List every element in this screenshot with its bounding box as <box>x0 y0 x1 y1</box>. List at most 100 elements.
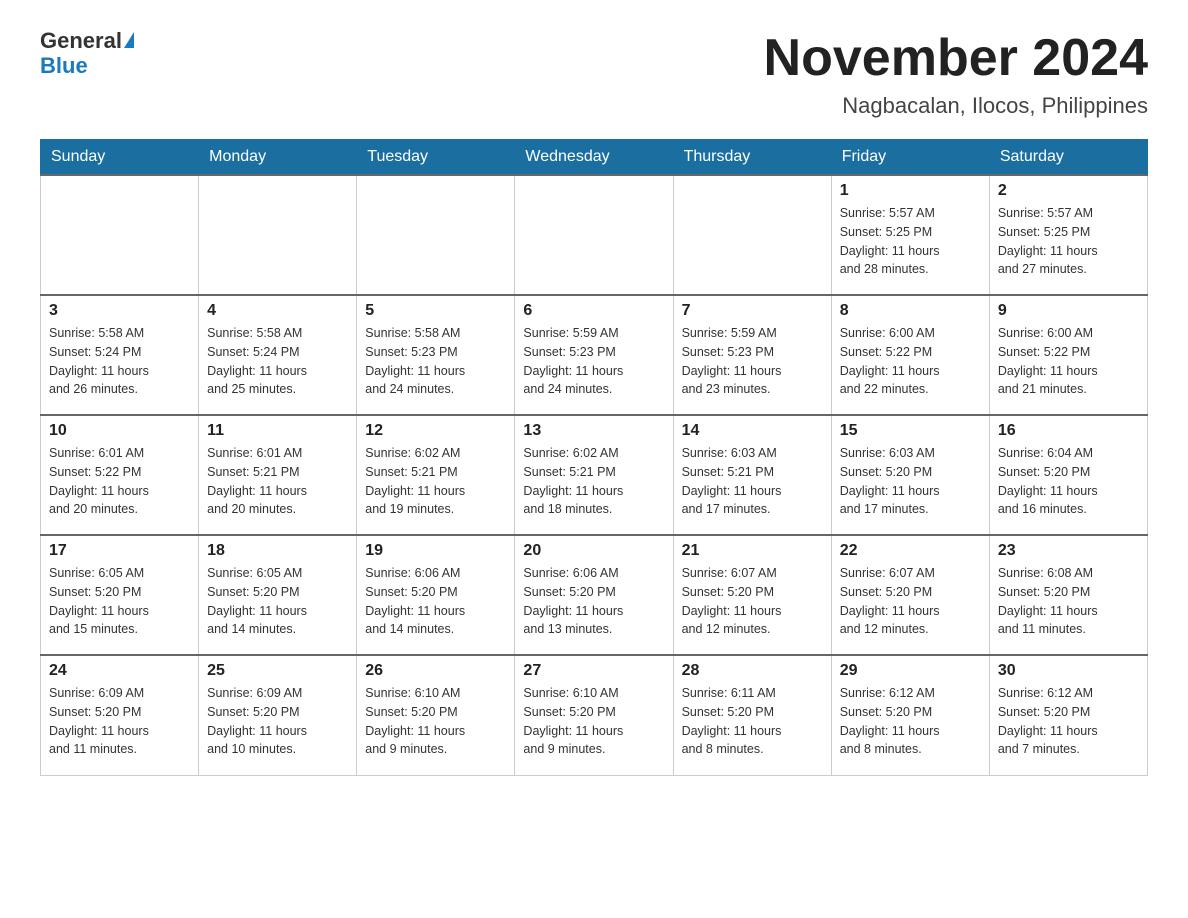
day-number: 2 <box>998 182 1139 200</box>
calendar-cell: 16 Sunrise: 6:04 AMSunset: 5:20 PMDayligh… <box>989 415 1147 535</box>
calendar-cell <box>673 175 831 295</box>
day-number: 3 <box>49 302 190 320</box>
title-area: November 2024 Nagbacalan, Ilocos, Philip… <box>764 30 1148 119</box>
day-number: 1 <box>840 182 981 200</box>
day-number: 9 <box>998 302 1139 320</box>
day-number: 20 <box>523 542 664 560</box>
day-number: 10 <box>49 422 190 440</box>
day-number: 19 <box>365 542 506 560</box>
weekday-header-wednesday: Wednesday <box>515 140 673 176</box>
week-row-1: 3 Sunrise: 5:58 AMSunset: 5:24 PMDaylight… <box>41 295 1148 415</box>
week-row-3: 17 Sunrise: 6:05 AMSunset: 5:20 PMDayligh… <box>41 535 1148 655</box>
day-number: 21 <box>682 542 823 560</box>
calendar-cell: 1 Sunrise: 5:57 AMSunset: 5:25 PMDaylight… <box>831 175 989 295</box>
calendar-cell: 28Sunrise: 6:11 AMSunset: 5:20 PMDayligh… <box>673 655 831 775</box>
day-info: Sunrise: 6:09 AMSunset: 5:20 PMDaylight:… <box>207 684 348 759</box>
weekday-header-monday: Monday <box>199 140 357 176</box>
logo-triangle-icon <box>124 32 134 48</box>
calendar-cell: 18Sunrise: 6:05 AMSunset: 5:20 PMDayligh… <box>199 535 357 655</box>
calendar-cell: 21 Sunrise: 6:07 AMSunset: 5:20 PMDayligh… <box>673 535 831 655</box>
calendar-cell: 8 Sunrise: 6:00 AMSunset: 5:22 PMDaylight… <box>831 295 989 415</box>
day-number: 16 <box>998 422 1139 440</box>
calendar-cell <box>199 175 357 295</box>
weekday-header-thursday: Thursday <box>673 140 831 176</box>
week-row-4: 24Sunrise: 6:09 AMSunset: 5:20 PMDayligh… <box>41 655 1148 775</box>
calendar-cell: 7 Sunrise: 5:59 AMSunset: 5:23 PMDaylight… <box>673 295 831 415</box>
calendar-cell: 23 Sunrise: 6:08 AMSunset: 5:20 PMDayligh… <box>989 535 1147 655</box>
day-info: Sunrise: 6:00 AMSunset: 5:22 PMDaylight:… <box>998 324 1139 399</box>
location-title: Nagbacalan, Ilocos, Philippines <box>764 93 1148 119</box>
calendar-cell: 30Sunrise: 6:12 AMSunset: 5:20 PMDayligh… <box>989 655 1147 775</box>
day-number: 15 <box>840 422 981 440</box>
day-number: 17 <box>49 542 190 560</box>
calendar-cell: 19 Sunrise: 6:06 AMSunset: 5:20 PMDayligh… <box>357 535 515 655</box>
calendar-cell: 13 Sunrise: 6:02 AMSunset: 5:21 PMDayligh… <box>515 415 673 535</box>
calendar-cell <box>515 175 673 295</box>
day-info: Sunrise: 6:11 AMSunset: 5:20 PMDaylight:… <box>682 684 823 759</box>
day-info: Sunrise: 6:00 AMSunset: 5:22 PMDaylight:… <box>840 324 981 399</box>
day-number: 14 <box>682 422 823 440</box>
day-info: Sunrise: 6:03 AMSunset: 5:21 PMDaylight:… <box>682 444 823 519</box>
day-number: 13 <box>523 422 664 440</box>
calendar-cell: 25 Sunrise: 6:09 AMSunset: 5:20 PMDayligh… <box>199 655 357 775</box>
calendar-cell: 17 Sunrise: 6:05 AMSunset: 5:20 PMDayligh… <box>41 535 199 655</box>
calendar-cell: 15 Sunrise: 6:03 AMSunset: 5:20 PMDayligh… <box>831 415 989 535</box>
day-info: Sunrise: 5:58 AMSunset: 5:24 PMDaylight:… <box>49 324 190 399</box>
calendar-cell: 14 Sunrise: 6:03 AMSunset: 5:21 PMDayligh… <box>673 415 831 535</box>
calendar-cell: 4 Sunrise: 5:58 AMSunset: 5:24 PMDaylight… <box>199 295 357 415</box>
calendar-cell: 26Sunrise: 6:10 AMSunset: 5:20 PMDayligh… <box>357 655 515 775</box>
day-info: Sunrise: 6:01 AMSunset: 5:21 PMDaylight:… <box>207 444 348 519</box>
day-info: Sunrise: 5:59 AMSunset: 5:23 PMDaylight:… <box>523 324 664 399</box>
day-info: Sunrise: 6:02 AMSunset: 5:21 PMDaylight:… <box>365 444 506 519</box>
logo-general-line: General <box>40 30 134 53</box>
day-info: Sunrise: 6:05 AMSunset: 5:20 PMDaylight:… <box>49 564 190 639</box>
calendar-cell: 20 Sunrise: 6:06 AMSunset: 5:20 PMDayligh… <box>515 535 673 655</box>
day-info: Sunrise: 6:06 AMSunset: 5:20 PMDaylight:… <box>365 564 506 639</box>
weekday-header-friday: Friday <box>831 140 989 176</box>
day-info: Sunrise: 6:04 AMSunset: 5:20 PMDaylight:… <box>998 444 1139 519</box>
logo-general-text: General <box>40 28 134 53</box>
day-info: Sunrise: 6:12 AMSunset: 5:20 PMDaylight:… <box>840 684 981 759</box>
day-info: Sunrise: 5:58 AMSunset: 5:24 PMDaylight:… <box>207 324 348 399</box>
weekday-header-row: SundayMondayTuesdayWednesdayThursdayFrid… <box>41 140 1148 176</box>
calendar-cell <box>357 175 515 295</box>
day-info: Sunrise: 6:09 AMSunset: 5:20 PMDaylight:… <box>49 684 190 759</box>
day-info: Sunrise: 6:03 AMSunset: 5:20 PMDaylight:… <box>840 444 981 519</box>
day-number: 8 <box>840 302 981 320</box>
day-number: 23 <box>998 542 1139 560</box>
day-number: 18 <box>207 542 348 560</box>
calendar-cell: 5 Sunrise: 5:58 AMSunset: 5:23 PMDaylight… <box>357 295 515 415</box>
day-number: 4 <box>207 302 348 320</box>
day-number: 7 <box>682 302 823 320</box>
weekday-header-sunday: Sunday <box>41 140 199 176</box>
day-number: 25 <box>207 662 348 680</box>
calendar-cell: 29Sunrise: 6:12 AMSunset: 5:20 PMDayligh… <box>831 655 989 775</box>
day-info: Sunrise: 6:06 AMSunset: 5:20 PMDaylight:… <box>523 564 664 639</box>
day-info: Sunrise: 5:57 AMSunset: 5:25 PMDaylight:… <box>840 204 981 279</box>
day-number: 6 <box>523 302 664 320</box>
logo: General Blue <box>40 30 134 77</box>
calendar-cell: 3 Sunrise: 5:58 AMSunset: 5:24 PMDaylight… <box>41 295 199 415</box>
day-number: 5 <box>365 302 506 320</box>
day-number: 12 <box>365 422 506 440</box>
calendar-cell: 11 Sunrise: 6:01 AMSunset: 5:21 PMDayligh… <box>199 415 357 535</box>
day-info: Sunrise: 5:58 AMSunset: 5:23 PMDaylight:… <box>365 324 506 399</box>
calendar-cell: 10Sunrise: 6:01 AMSunset: 5:22 PMDayligh… <box>41 415 199 535</box>
calendar-cell: 2Sunrise: 5:57 AMSunset: 5:25 PMDaylight… <box>989 175 1147 295</box>
calendar-cell: 22 Sunrise: 6:07 AMSunset: 5:20 PMDayligh… <box>831 535 989 655</box>
calendar-cell: 12 Sunrise: 6:02 AMSunset: 5:21 PMDayligh… <box>357 415 515 535</box>
day-number: 11 <box>207 422 348 440</box>
day-info: Sunrise: 5:59 AMSunset: 5:23 PMDaylight:… <box>682 324 823 399</box>
day-info: Sunrise: 6:10 AMSunset: 5:20 PMDaylight:… <box>365 684 506 759</box>
day-info: Sunrise: 6:10 AMSunset: 5:20 PMDaylight:… <box>523 684 664 759</box>
day-info: Sunrise: 6:08 AMSunset: 5:20 PMDaylight:… <box>998 564 1139 639</box>
week-row-0: 1 Sunrise: 5:57 AMSunset: 5:25 PMDaylight… <box>41 175 1148 295</box>
day-info: Sunrise: 6:07 AMSunset: 5:20 PMDaylight:… <box>682 564 823 639</box>
logo-blue-text: Blue <box>40 55 88 77</box>
day-number: 22 <box>840 542 981 560</box>
day-info: Sunrise: 6:12 AMSunset: 5:20 PMDaylight:… <box>998 684 1139 759</box>
day-info: Sunrise: 6:02 AMSunset: 5:21 PMDaylight:… <box>523 444 664 519</box>
calendar-cell: 6 Sunrise: 5:59 AMSunset: 5:23 PMDaylight… <box>515 295 673 415</box>
month-title: November 2024 <box>764 30 1148 87</box>
day-info: Sunrise: 6:07 AMSunset: 5:20 PMDaylight:… <box>840 564 981 639</box>
